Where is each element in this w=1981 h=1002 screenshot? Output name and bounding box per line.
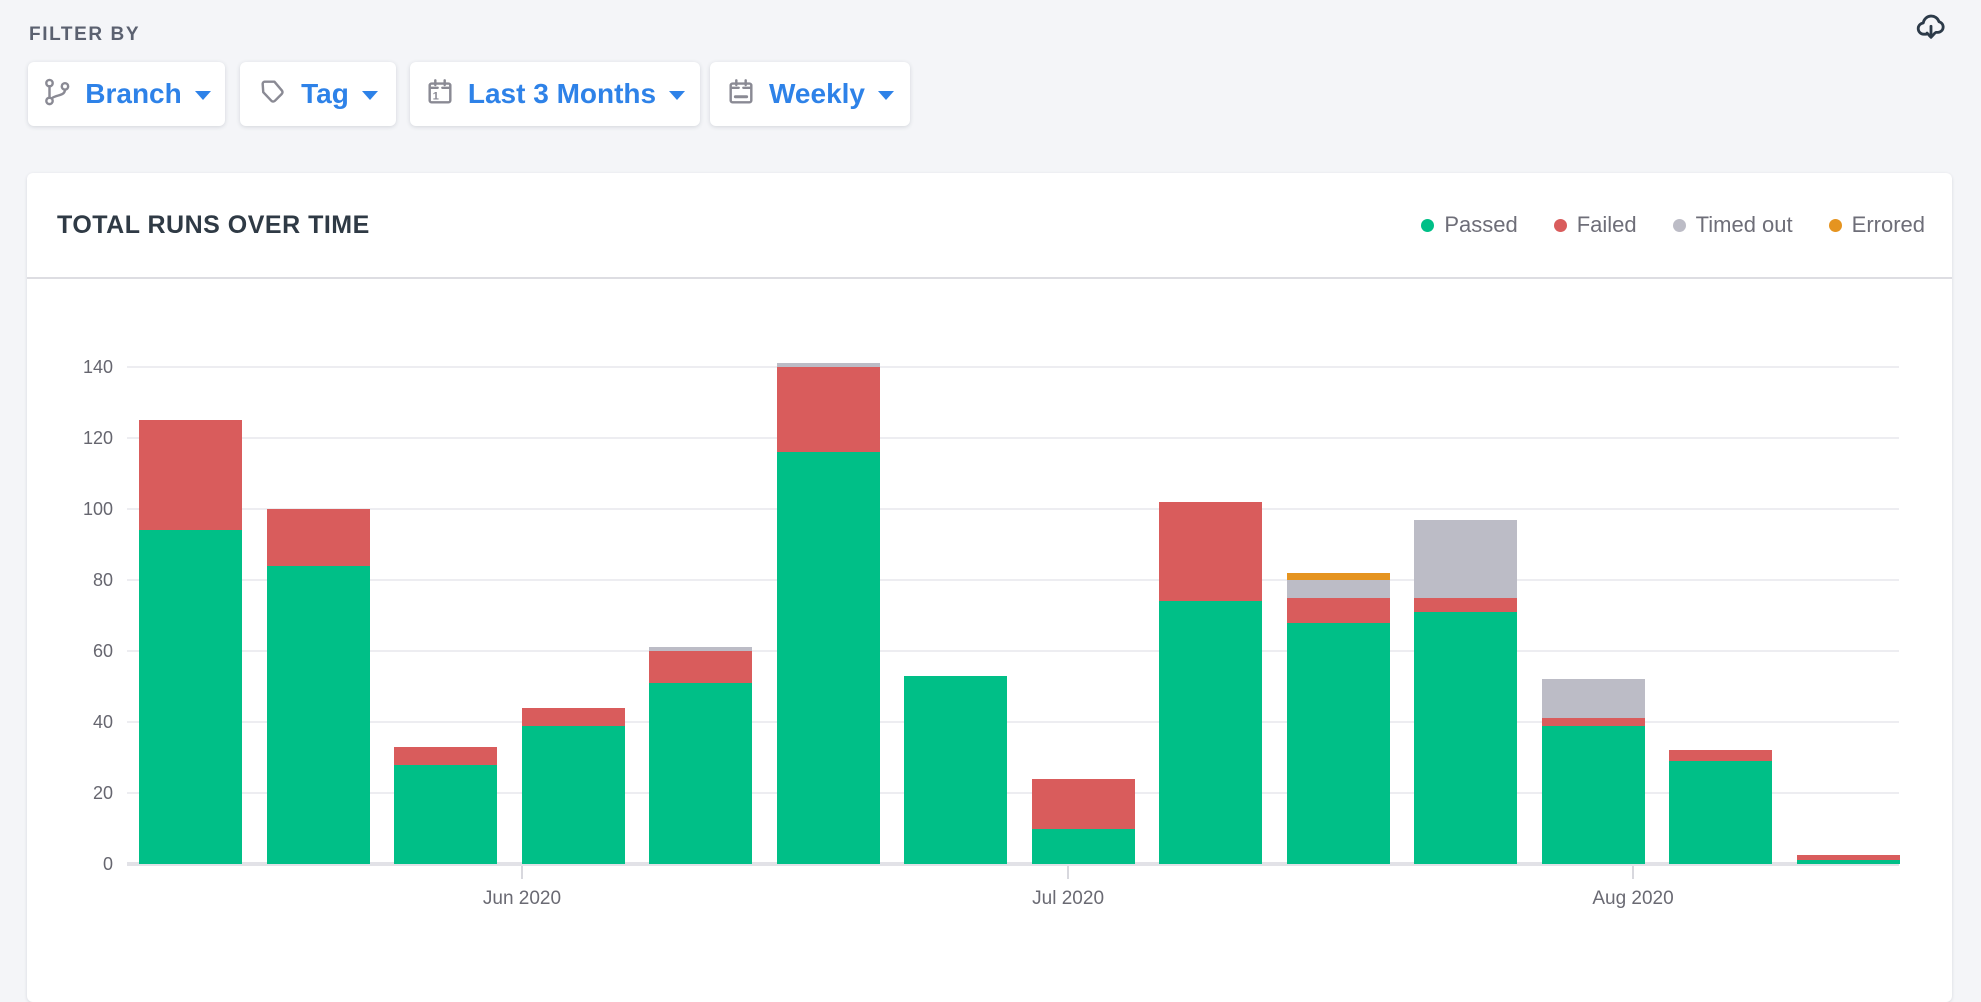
bar-segment-failed[interactable] <box>139 420 242 530</box>
bar-segment-timed-out[interactable] <box>649 647 752 651</box>
x-axis-tick <box>521 866 523 879</box>
bar-segment-failed[interactable] <box>1542 718 1645 725</box>
y-axis-tick-label: 40 <box>53 710 113 734</box>
cloud-download-icon[interactable] <box>1913 10 1949 46</box>
bar-segment-passed[interactable] <box>1159 601 1262 864</box>
bar-segment-passed[interactable] <box>777 452 880 864</box>
bar-segment-passed[interactable] <box>1797 860 1900 864</box>
chevron-down-icon <box>878 91 894 100</box>
bar-segment-passed[interactable] <box>649 683 752 864</box>
date-range-filter-label: Last 3 Months <box>468 78 656 110</box>
x-axis-tick-label: Jul 2020 <box>978 888 1158 910</box>
gridline <box>127 508 1899 510</box>
gridline <box>127 650 1899 652</box>
branch-filter-button[interactable]: Branch <box>28 62 225 126</box>
gridline <box>127 366 1899 368</box>
interval-filter-label: Weekly <box>769 78 865 110</box>
legend-item-failed[interactable]: Failed <box>1554 212 1637 238</box>
y-axis-tick-label: 100 <box>53 497 113 521</box>
y-axis-tick-label: 140 <box>53 355 113 379</box>
bar-segment-failed[interactable] <box>1159 502 1262 601</box>
y-axis-tick-label: 0 <box>53 852 113 876</box>
calendar-week-icon <box>726 77 756 112</box>
x-axis-tick-label: Jun 2020 <box>432 888 612 910</box>
passed-dot-icon <box>1421 219 1434 232</box>
bar-segment-errored[interactable] <box>1287 573 1390 580</box>
failed-dot-icon <box>1554 219 1567 232</box>
bar-segment-passed[interactable] <box>267 566 370 864</box>
y-axis-tick-label: 20 <box>53 781 113 805</box>
bar-segment-passed[interactable] <box>1669 761 1772 864</box>
tag-icon <box>258 77 288 112</box>
bar-segment-passed[interactable] <box>904 676 1007 864</box>
bar-segment-failed[interactable] <box>1797 855 1900 860</box>
y-axis-tick-label: 80 <box>53 568 113 592</box>
page-title: TOTAL RUNS OVER TIME <box>57 211 370 240</box>
bar-segment-failed[interactable] <box>1032 779 1135 829</box>
bar-segment-timed-out[interactable] <box>1414 520 1517 598</box>
chart-legend: Passed Failed Timed out Errored <box>1421 212 1925 238</box>
svg-text:1: 1 <box>433 90 439 102</box>
bar-segment-passed[interactable] <box>139 530 242 864</box>
bar-segment-failed[interactable] <box>267 509 370 566</box>
bar-segment-failed[interactable] <box>1414 598 1517 612</box>
bar-segment-passed[interactable] <box>1542 726 1645 864</box>
y-axis-tick-label: 60 <box>53 639 113 663</box>
bar-segment-passed[interactable] <box>1287 623 1390 864</box>
bar-segment-passed[interactable] <box>1032 829 1135 865</box>
timed-out-dot-icon <box>1673 219 1686 232</box>
tag-filter-label: Tag <box>301 78 349 110</box>
bar-segment-failed[interactable] <box>1287 598 1390 623</box>
calendar-icon: 1 <box>425 77 455 112</box>
legend-item-timed-out[interactable]: Timed out <box>1673 212 1793 238</box>
bar-segment-timed-out[interactable] <box>1542 679 1645 718</box>
chevron-down-icon <box>669 91 685 100</box>
bar-segment-failed[interactable] <box>522 708 625 726</box>
branch-filter-label: Branch <box>85 78 181 110</box>
x-axis-tick <box>1067 866 1069 879</box>
bar-segment-passed[interactable] <box>394 765 497 864</box>
tag-filter-button[interactable]: Tag <box>240 62 396 126</box>
chevron-down-icon <box>195 91 211 100</box>
stacked-bar-chart: 020406080100120140Jun 2020Jul 2020Aug 20… <box>127 367 1899 864</box>
interval-filter-button[interactable]: Weekly <box>710 62 910 126</box>
bar-segment-failed[interactable] <box>777 367 880 452</box>
bar-segment-failed[interactable] <box>1669 750 1772 761</box>
git-branch-icon <box>42 77 72 112</box>
bar-segment-passed[interactable] <box>1414 612 1517 864</box>
gridline <box>127 579 1899 581</box>
date-range-filter-button[interactable]: 1 Last 3 Months <box>410 62 700 126</box>
y-axis-tick-label: 120 <box>53 426 113 450</box>
filter-by-label: FILTER BY <box>29 24 140 46</box>
chevron-down-icon <box>362 91 378 100</box>
legend-item-errored[interactable]: Errored <box>1829 212 1925 238</box>
errored-dot-icon <box>1829 219 1842 232</box>
bar-segment-passed[interactable] <box>522 726 625 864</box>
x-axis-tick-label: Aug 2020 <box>1543 888 1723 910</box>
bar-segment-timed-out[interactable] <box>777 363 880 367</box>
legend-item-passed[interactable]: Passed <box>1421 212 1517 238</box>
x-axis-tick <box>1632 866 1634 879</box>
card-header: TOTAL RUNS OVER TIME Passed Failed Timed… <box>27 173 1952 279</box>
bar-segment-failed[interactable] <box>394 747 497 765</box>
gridline <box>127 437 1899 439</box>
bar-segment-timed-out[interactable] <box>1287 580 1390 598</box>
bar-segment-failed[interactable] <box>649 651 752 683</box>
